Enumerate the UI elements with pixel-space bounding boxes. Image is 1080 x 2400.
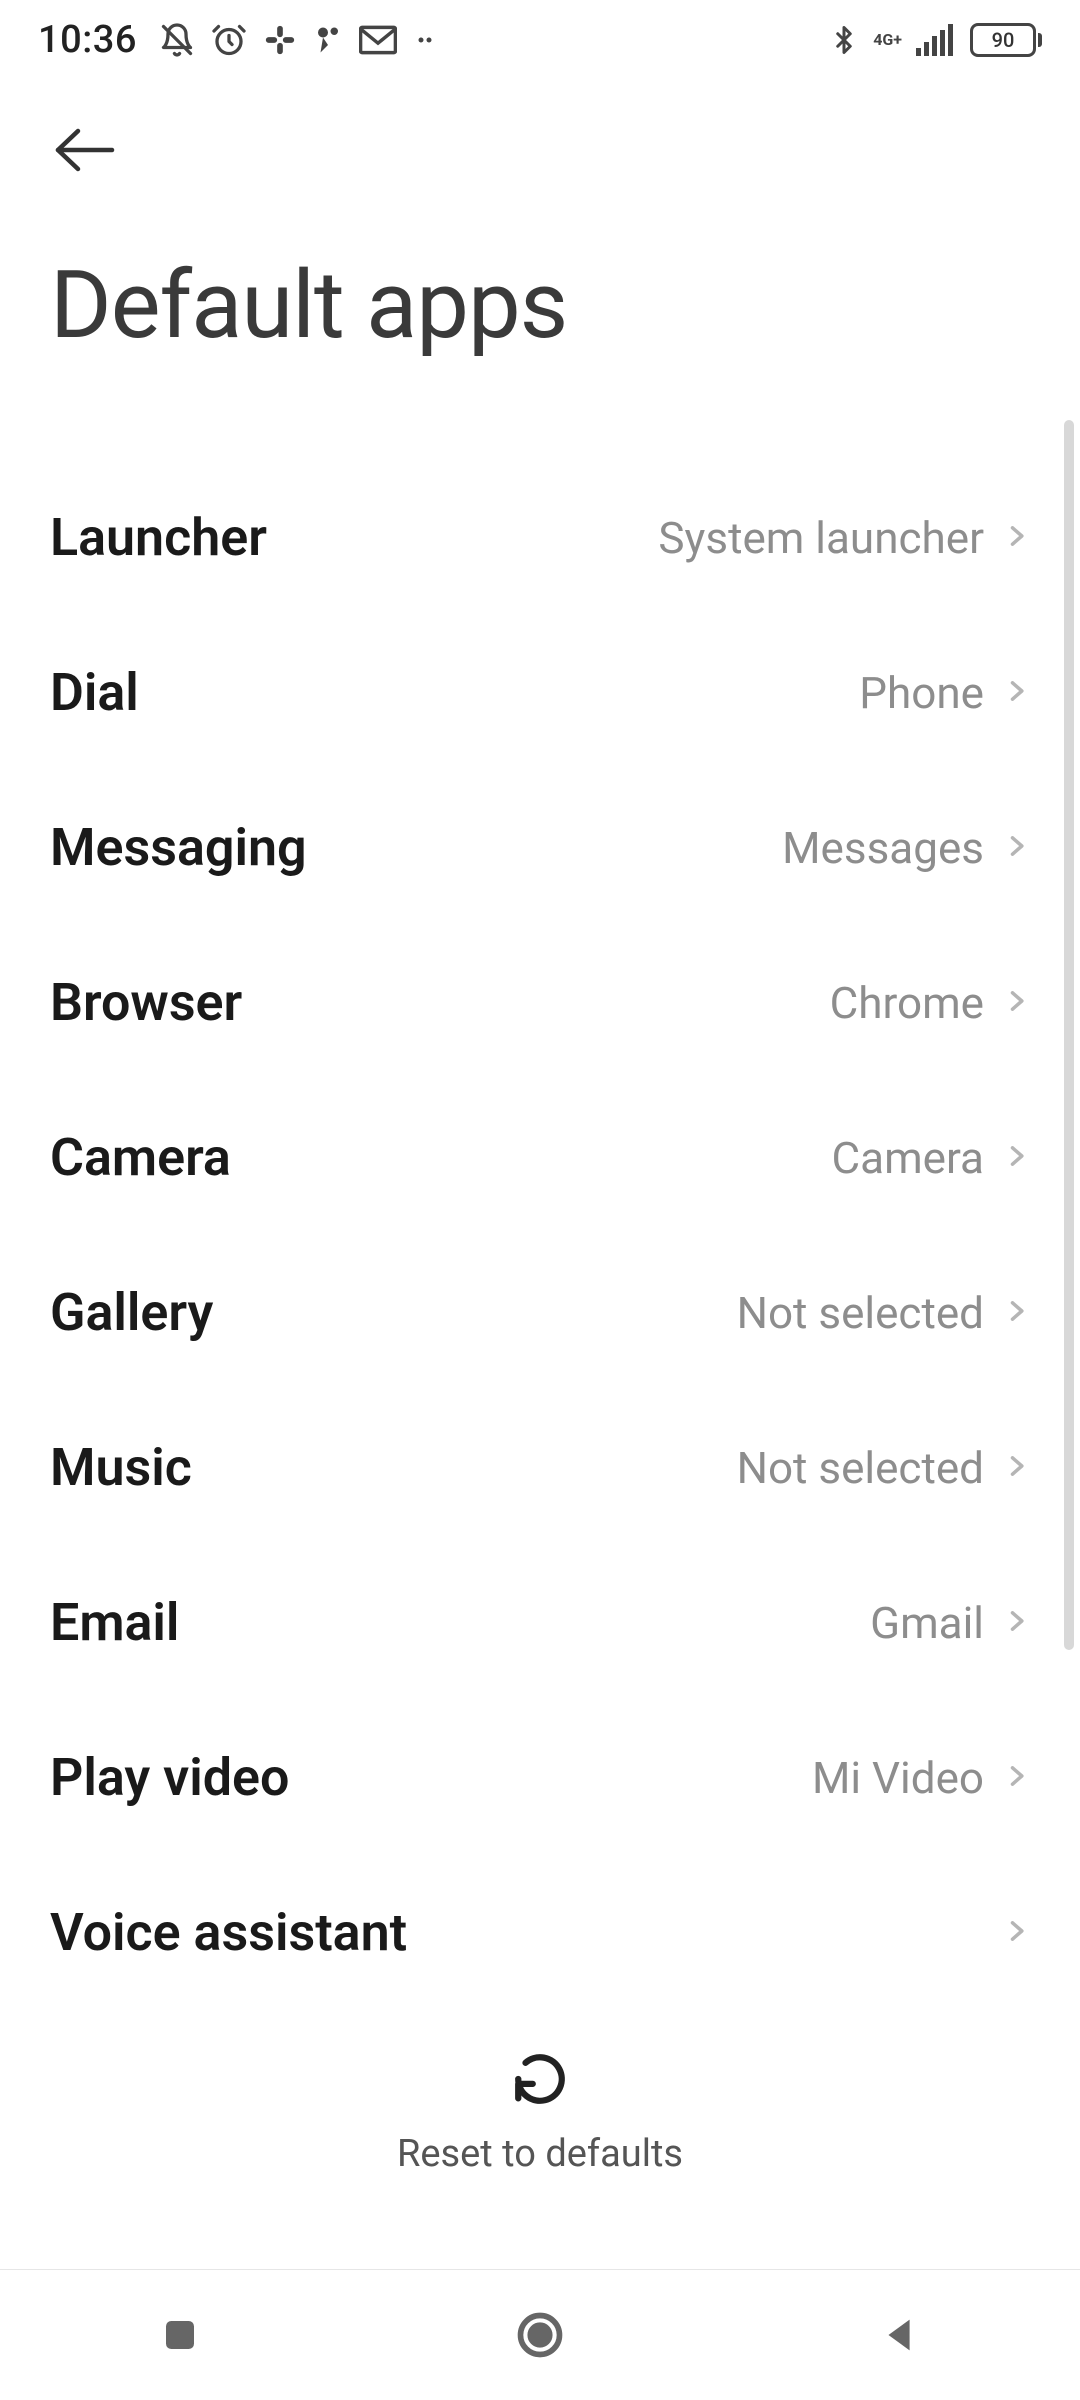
- gmail-icon: [359, 25, 397, 55]
- bluetooth-icon: [829, 21, 859, 59]
- battery-level: 90: [992, 28, 1015, 52]
- row-gallery[interactable]: Gallery Not selected: [0, 1235, 1080, 1390]
- signal-icon: [916, 24, 956, 56]
- chevron-right-icon: [1002, 1755, 1030, 1801]
- alarm-icon: [211, 22, 247, 58]
- row-voice-assistant[interactable]: Voice assistant: [0, 1855, 1080, 2010]
- chevron-right-icon: [1002, 825, 1030, 871]
- chevron-right-icon: [1002, 1445, 1030, 1491]
- row-play-video[interactable]: Play video Mi Video: [0, 1700, 1080, 1855]
- reset-label: Reset to defaults: [397, 2132, 683, 2176]
- row-label: Camera: [50, 1127, 231, 1188]
- reset-icon: [511, 2050, 569, 2112]
- row-value: Not selected: [737, 1442, 984, 1494]
- row-value: Not selected: [737, 1287, 984, 1339]
- row-dial[interactable]: Dial Phone: [0, 615, 1080, 770]
- row-value: Camera: [832, 1132, 984, 1184]
- battery-indicator: 90: [970, 23, 1042, 57]
- nav-back-button[interactable]: [800, 2295, 1000, 2375]
- reset-to-defaults-button[interactable]: Reset to defaults: [0, 2010, 1080, 2236]
- bell-off-icon: [159, 22, 195, 58]
- row-launcher[interactable]: Launcher System launcher: [0, 460, 1080, 615]
- row-label: Launcher: [50, 507, 267, 568]
- row-value: Gmail: [870, 1597, 984, 1649]
- nav-recents-button[interactable]: [80, 2295, 280, 2375]
- row-value: Phone: [859, 667, 984, 719]
- system-nav-bar: [0, 2270, 1080, 2400]
- row-label: Browser: [50, 972, 242, 1033]
- default-apps-list: Launcher System launcher Dial Phone Mess…: [0, 420, 1080, 2269]
- status-bar: 10:36 4G+: [0, 0, 1080, 80]
- row-email[interactable]: Email Gmail: [0, 1545, 1080, 1700]
- nav-home-button[interactable]: [440, 2295, 640, 2375]
- network-type-label: 4G+: [873, 32, 902, 48]
- row-label: Play video: [50, 1747, 289, 1808]
- chevron-right-icon: [1002, 1600, 1030, 1646]
- chevron-right-icon: [1002, 670, 1030, 716]
- row-label: Messaging: [50, 817, 307, 878]
- row-music[interactable]: Music Not selected: [0, 1390, 1080, 1545]
- page-title: Default apps: [50, 250, 1030, 360]
- row-value: Messages: [782, 822, 984, 874]
- row-label: Gallery: [50, 1282, 213, 1343]
- row-value: Chrome: [830, 977, 984, 1029]
- row-label: Dial: [50, 662, 139, 723]
- chevron-right-icon: [1002, 980, 1030, 1026]
- row-browser[interactable]: Browser Chrome: [0, 925, 1080, 1080]
- row-camera[interactable]: Camera Camera: [0, 1080, 1080, 1235]
- row-messaging[interactable]: Messaging Messages: [0, 770, 1080, 925]
- row-value: Mi Video: [812, 1752, 984, 1804]
- more-dots-icon: [413, 28, 437, 52]
- row-label: Music: [50, 1437, 192, 1498]
- chevron-right-icon: [1002, 1135, 1030, 1181]
- slack-icon: [263, 23, 297, 57]
- back-button[interactable]: [50, 110, 130, 190]
- chevron-right-icon: [1002, 1910, 1030, 1956]
- status-clock: 10:36: [38, 18, 137, 62]
- row-value: System launcher: [658, 512, 984, 564]
- notification-dot-icon: [313, 22, 343, 58]
- scrollbar[interactable]: [1064, 420, 1074, 1650]
- chevron-right-icon: [1002, 1290, 1030, 1336]
- row-label: Voice assistant: [50, 1902, 407, 1963]
- row-label: Email: [50, 1592, 179, 1653]
- chevron-right-icon: [1002, 515, 1030, 561]
